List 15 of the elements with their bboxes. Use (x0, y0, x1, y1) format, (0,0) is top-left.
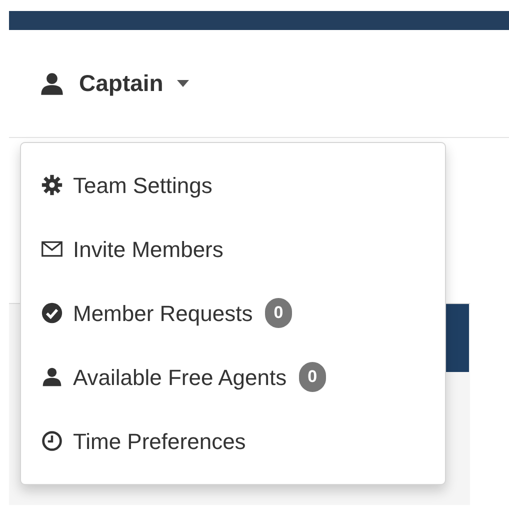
user-icon (39, 70, 65, 96)
user-icon (41, 366, 63, 388)
clock-icon (41, 430, 63, 452)
menu-item[interactable]: Member Requests 0 (21, 281, 445, 345)
count-badge: 0 (264, 298, 292, 328)
user-menu-toggle[interactable]: Captain (39, 66, 190, 101)
caret-icon (177, 80, 190, 88)
gear-icon (41, 174, 63, 196)
menu-item[interactable]: Time Preferences (21, 409, 445, 473)
count-badge: 0 (298, 362, 326, 392)
dark-bar (445, 304, 469, 372)
check-circle-icon (41, 302, 63, 324)
menu-item[interactable]: Invite Members (21, 217, 445, 281)
menu-item[interactable]: Team Settings (21, 153, 445, 217)
menu-item[interactable]: Available Free Agents 0 (21, 345, 445, 409)
